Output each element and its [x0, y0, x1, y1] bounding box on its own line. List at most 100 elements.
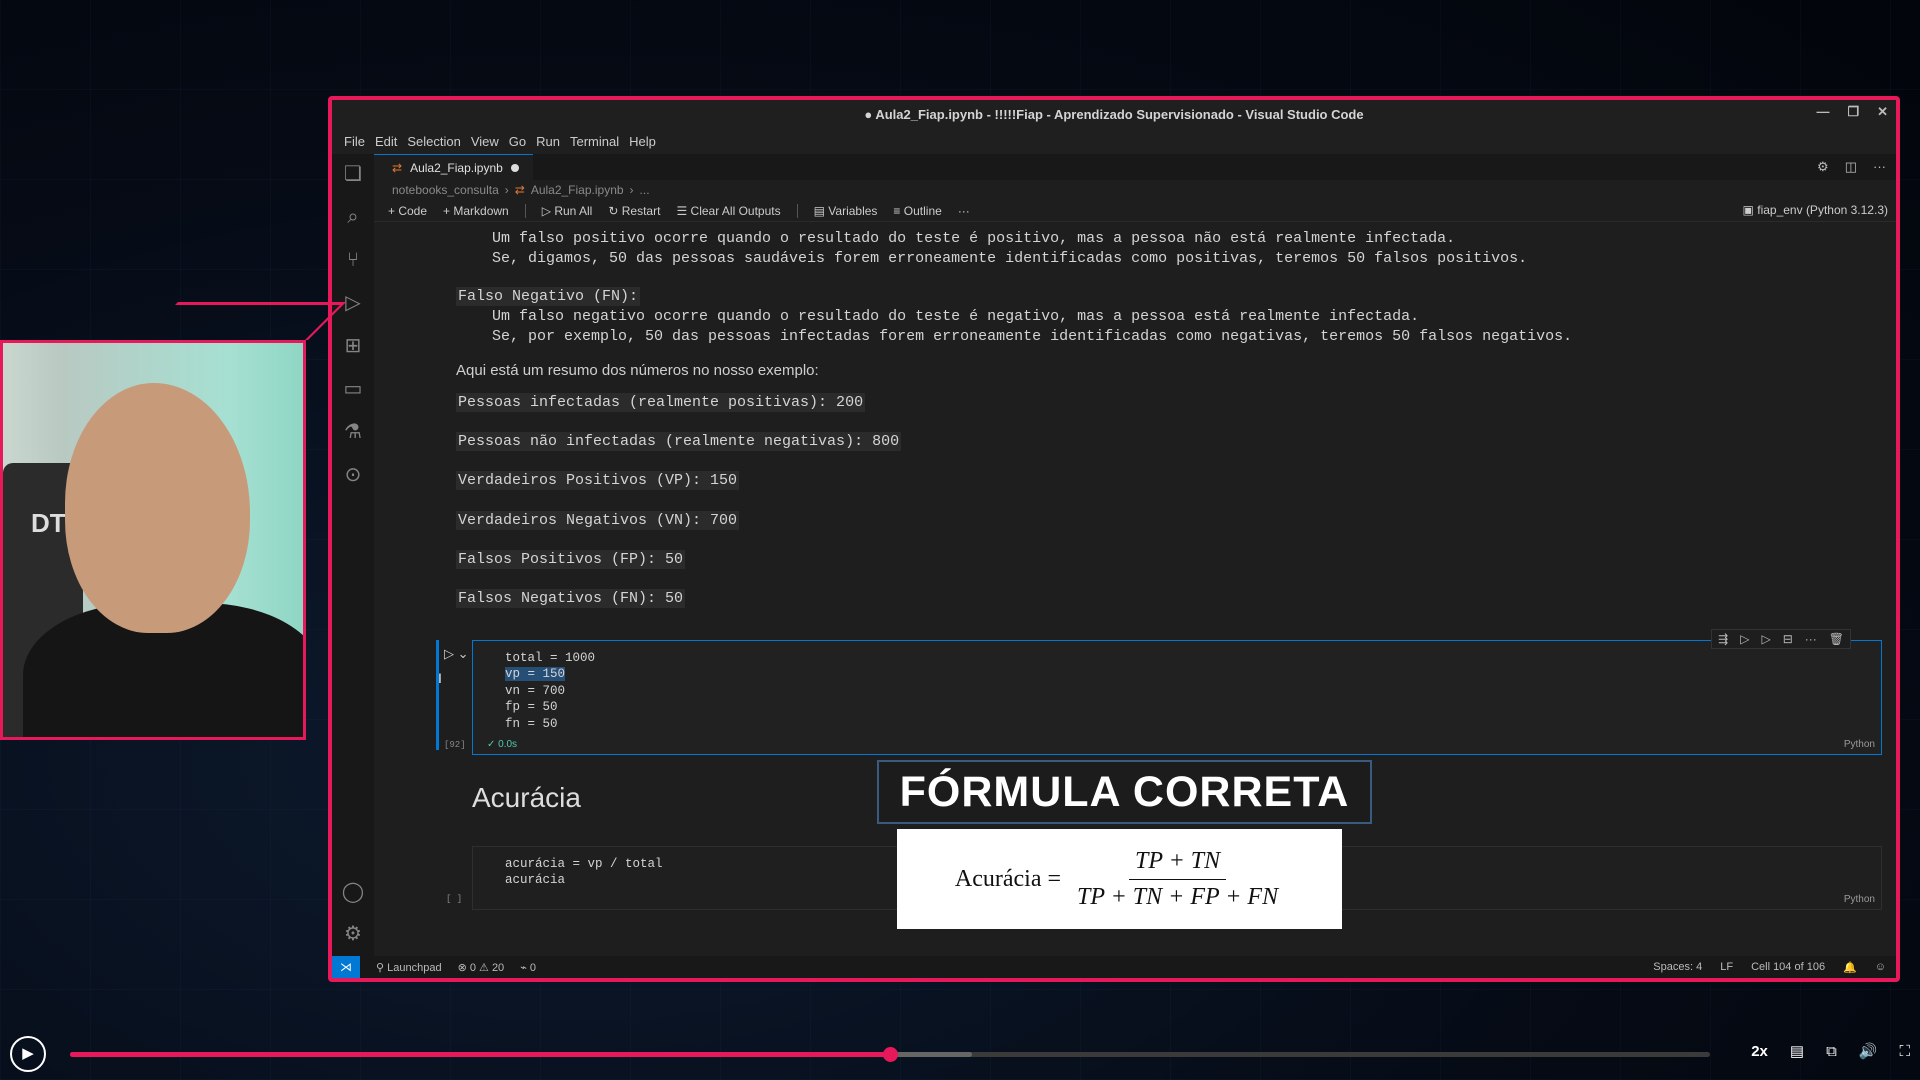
more-actions-icon[interactable]: ··· — [1873, 159, 1886, 175]
md-item: Verdadeiros Positivos (VP): 150 — [456, 471, 740, 490]
ports-item[interactable]: ⌁ 0 — [520, 961, 536, 974]
add-markdown-button[interactable]: + Markdown — [443, 204, 509, 218]
restart-button[interactable]: ↻ Restart — [608, 204, 660, 218]
source-control-icon[interactable]: ⑂ — [341, 248, 365, 272]
problems-item[interactable]: ⊗ 0 ⚠ 20 — [458, 961, 505, 974]
code-cell-active[interactable]: ⇶ ▷ ▷ ⊟ ··· 🗑 total = 1000 vp = 150 vn =… — [472, 629, 1882, 755]
md-fn-title: Falso Negativo (FN): — [456, 287, 641, 306]
breadcrumb-more[interactable]: ... — [640, 183, 650, 197]
menu-file[interactable]: File — [344, 134, 365, 149]
kernel-icon: ▣ — [1742, 203, 1754, 217]
code-line[interactable]: vn = 700 — [505, 684, 565, 698]
code-line[interactable]: acurácia = vp / total — [505, 857, 663, 871]
md-item: Falsos Negativos (FN): 50 — [456, 589, 686, 608]
code-line[interactable]: acurácia — [505, 873, 565, 887]
bell-icon[interactable]: 🔔 — [1843, 961, 1857, 974]
menu-edit[interactable]: Edit — [375, 134, 397, 149]
video-player-controls: ▶ 2x ▤ ⧉ 🔊 ⛶ — [0, 1028, 1920, 1080]
cell-position-item[interactable]: Cell 104 of 106 — [1751, 961, 1825, 974]
tab-actions: ⚙ ◫ ··· — [1817, 159, 1886, 175]
run-by-line-icon[interactable]: ⇶ — [1718, 632, 1728, 646]
menu-go[interactable]: Go — [509, 134, 526, 149]
md-item: Falsos Positivos (FP): 50 — [456, 550, 686, 569]
remote-indicator-icon[interactable]: ⋊ — [332, 956, 360, 978]
indentation-item[interactable]: Spaces: 4 — [1653, 961, 1702, 974]
restore-icon[interactable]: ❐ — [1847, 104, 1859, 120]
captions-icon[interactable]: ▤ — [1790, 1042, 1804, 1060]
unsaved-dot-icon[interactable] — [510, 163, 519, 172]
fullscreen-icon[interactable]: ⛶ — [1899, 1043, 1910, 1060]
exec-status: ✓ 0.0s — [487, 739, 518, 750]
split-cell-icon[interactable]: ⊟ — [1783, 632, 1793, 646]
activity-bar: ❏ ⌕ ⑂ ▷ ⊞ ▭ ⚗ ⊙ ◯ ⚙ — [332, 154, 374, 956]
code-line-selected[interactable]: vp = 150 — [505, 667, 566, 681]
formula-card: Acurácia = TP + TN TP + TN + FP + FN — [897, 829, 1342, 929]
md-item: Verdadeiros Negativos (VN): 700 — [456, 511, 740, 530]
eol-item[interactable]: LF — [1720, 961, 1733, 974]
code-line[interactable]: fp = 50 — [505, 700, 558, 714]
clear-outputs-button[interactable]: ☰ Clear All Outputs — [676, 204, 780, 218]
menu-selection[interactable]: Selection — [407, 134, 460, 149]
md-fp-line1: Um falso positivo ocorre quando o result… — [456, 230, 1456, 247]
chair-logo: DT — [31, 508, 66, 538]
variables-button[interactable]: ▤ Variables — [814, 204, 878, 218]
search-icon[interactable]: ⌕ — [341, 205, 365, 229]
breadcrumb-folder[interactable]: notebooks_consulta — [392, 183, 499, 197]
outline-button[interactable]: ≡ Outline — [893, 204, 941, 218]
more-toolbar-button[interactable]: ··· — [958, 204, 970, 218]
explorer-icon[interactable]: ❏ — [341, 162, 365, 186]
cell-language[interactable]: Python — [1844, 739, 1875, 750]
play-button[interactable]: ▶ — [10, 1036, 46, 1072]
progress-bar[interactable] — [70, 1047, 1710, 1062]
remote-explorer-icon[interactable]: ▭ — [341, 377, 365, 401]
menu-bar: File Edit Selection View Go Run Terminal… — [332, 128, 1896, 154]
volume-icon[interactable]: 🔊 — [1859, 1042, 1878, 1060]
account-icon[interactable]: ◯ — [341, 880, 365, 904]
menu-terminal[interactable]: Terminal — [570, 134, 619, 149]
execute-below-icon[interactable]: ▷ — [1761, 632, 1770, 646]
menu-view[interactable]: View — [471, 134, 499, 149]
feedback-icon[interactable]: ☺ — [1875, 961, 1886, 974]
run-all-button[interactable]: ▷ Run All — [542, 204, 593, 218]
delete-cell-icon[interactable]: 🗑 — [1829, 632, 1844, 646]
code-line[interactable]: total = 1000 — [505, 651, 595, 665]
git-graph-icon[interactable]: ⊙ — [341, 463, 365, 487]
minimize-icon[interactable]: — — [1816, 104, 1829, 120]
heading-acuracia: Acurácia — [472, 782, 581, 813]
launchpad-item[interactable]: ⚲ Launchpad — [376, 961, 442, 974]
person-head — [65, 383, 250, 633]
picture-in-picture-icon[interactable]: ⧉ — [1826, 1043, 1837, 1060]
settings-gear-icon[interactable]: ⚙ — [341, 922, 365, 946]
md-fn-line2: Se, por exemplo, 50 das pessoas infectad… — [456, 328, 1573, 345]
menu-run[interactable]: Run — [536, 134, 560, 149]
formula-denominator: TP + TN + FP + FN — [1077, 883, 1279, 910]
run-cell-button[interactable]: ▷ ⌄ — [444, 646, 469, 662]
playback-speed-button[interactable]: 2x — [1751, 1043, 1768, 1060]
progress-handle[interactable] — [883, 1047, 898, 1062]
execute-above-icon[interactable]: ▷ — [1740, 632, 1749, 646]
webcam-video: DT — [0, 340, 306, 740]
chevron-right-icon: › — [629, 183, 634, 197]
add-code-button[interactable]: + Code — [388, 204, 427, 218]
gear-icon[interactable]: ⚙ — [1817, 159, 1829, 175]
active-cell-indicator — [436, 640, 439, 750]
more-cell-actions-icon[interactable]: ··· — [1805, 632, 1817, 646]
clear-icon: ☰ — [676, 203, 688, 218]
close-icon[interactable]: ✕ — [1877, 104, 1888, 120]
md-fn-line1: Um falso negativo ocorre quando o result… — [456, 308, 1420, 325]
menu-help[interactable]: Help — [629, 134, 656, 149]
split-editor-icon[interactable]: ◫ — [1845, 159, 1857, 175]
md-fp-line2: Se, digamos, 50 das pessoas saudáveis fo… — [456, 250, 1528, 267]
cell-language[interactable]: Python — [1844, 894, 1875, 905]
title-bar: ● Aula2_Fiap.ipynb - !!!!!Fiap - Aprendi… — [332, 100, 1896, 128]
md-item: Pessoas não infectadas (realmente negati… — [456, 432, 902, 451]
md-summary: Aqui está um resumo dos números no nosso… — [456, 362, 819, 379]
code-line[interactable]: fn = 50 — [505, 717, 558, 731]
tab-label: Aula2_Fiap.ipynb — [410, 160, 503, 175]
breadcrumb-file[interactable]: Aula2_Fiap.ipynb — [531, 183, 624, 197]
extensions-icon[interactable]: ⊞ — [341, 334, 365, 358]
kernel-picker[interactable]: ▣ fiap_env (Python 3.12.3) — [1743, 203, 1888, 217]
testing-icon[interactable]: ⚗ — [341, 420, 365, 444]
notebook-icon: ⇄ — [514, 183, 525, 197]
tab-notebook[interactable]: ⇄ Aula2_Fiap.ipynb — [374, 154, 533, 180]
